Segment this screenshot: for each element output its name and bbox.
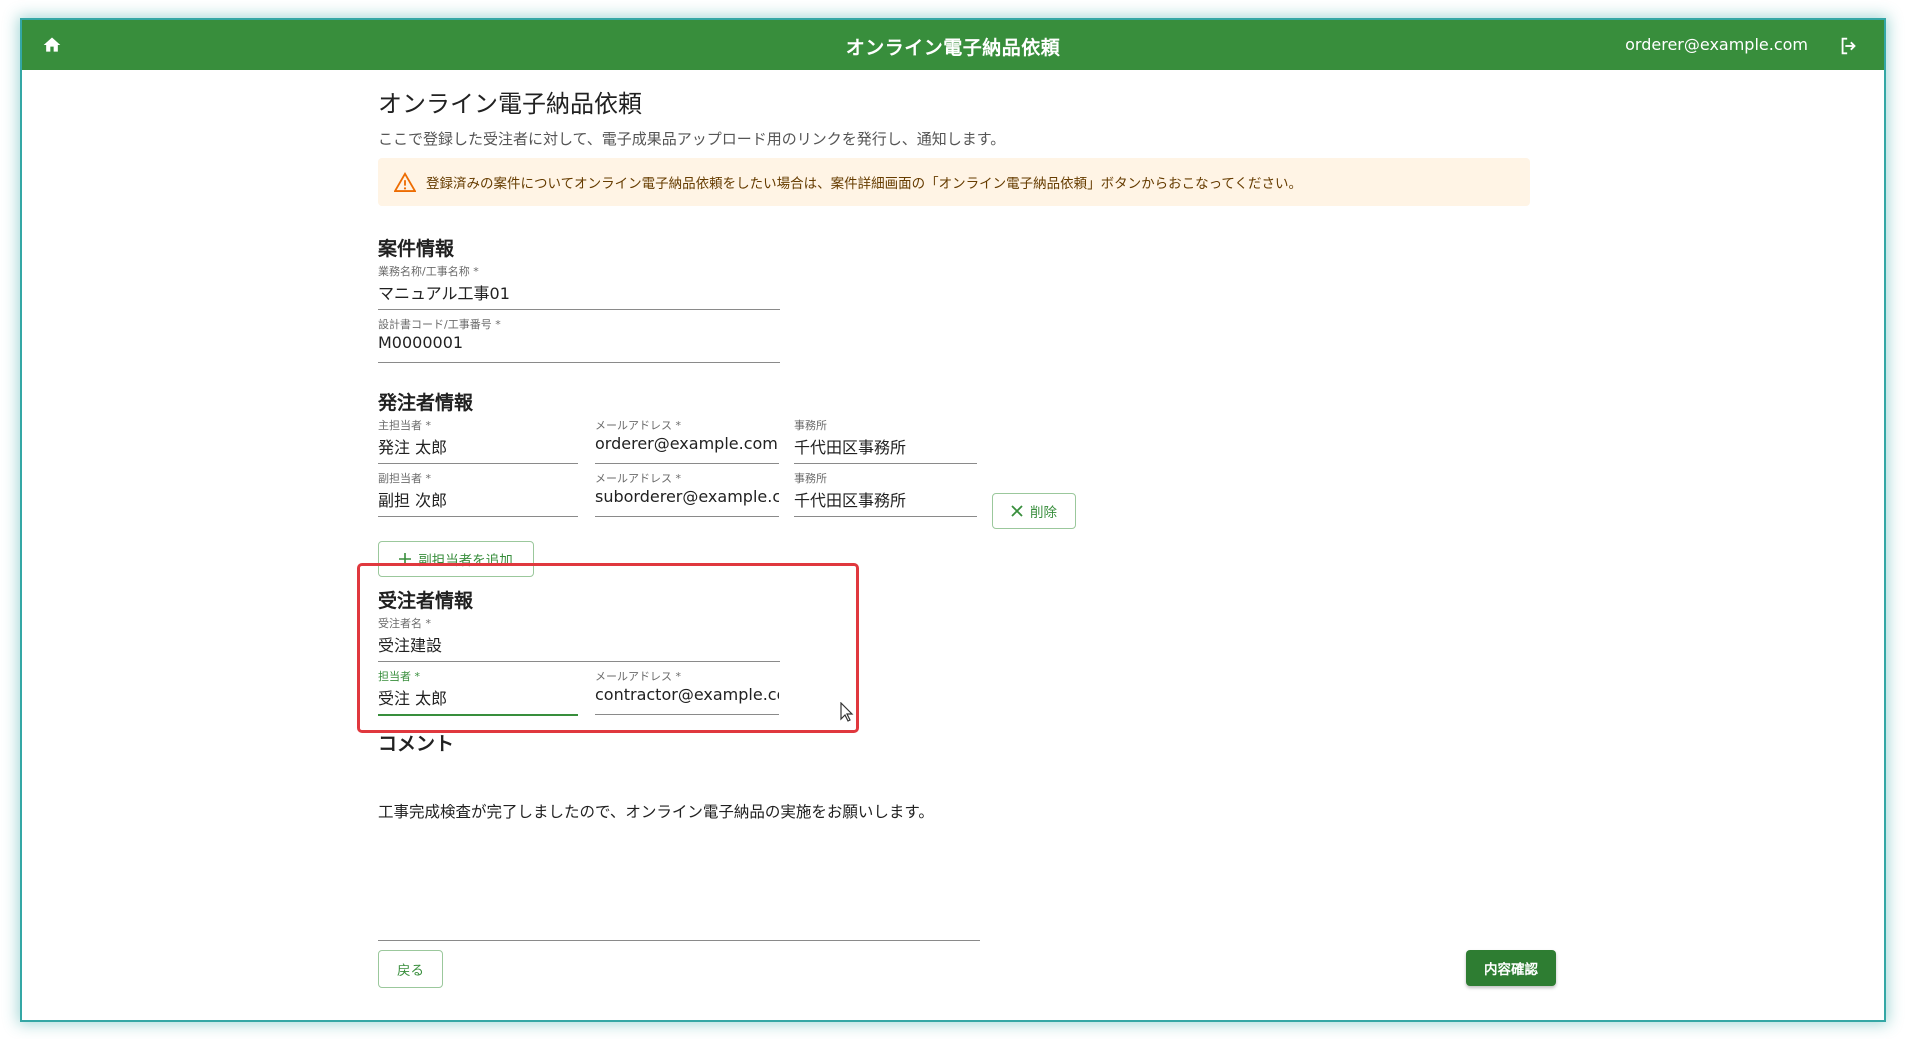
back-label: 戻る — [397, 963, 424, 979]
app-window: オンライン電子納品依頼 orderer@example.com オンライン電子納… — [22, 20, 1884, 1020]
contractor-person-label: 担当者 * — [378, 670, 420, 683]
mouse-cursor-icon — [840, 701, 854, 726]
project-name-field[interactable]: 業務名称/工事名称 * マニュアル工事01 — [378, 263, 780, 310]
contractor-company-value[interactable]: 受注建設 — [378, 632, 780, 656]
close-icon — [1011, 505, 1023, 517]
orderer-section-title: 発注者情報 — [378, 392, 474, 414]
contractor-email-label: メールアドレス * — [595, 670, 681, 683]
project-code-label: 設計書コード/工事番号 * — [378, 318, 501, 331]
comment-text[interactable]: 工事完成検査が完了しましたので、オンライン電子納品の実施をお願いします。 — [378, 803, 934, 821]
sub-office-field[interactable]: 事務所 千代田区事務所 — [794, 470, 977, 517]
sub-office-value[interactable]: 千代田区事務所 — [794, 487, 977, 511]
add-sub-label: 副担当者を追加 — [418, 553, 513, 569]
project-code-value[interactable]: M0000001 — [378, 333, 780, 352]
main-office-value[interactable]: 千代田区事務所 — [794, 434, 977, 458]
comment-section-title: コメント — [378, 733, 455, 755]
add-sub-button[interactable]: 副担当者を追加 — [378, 541, 534, 577]
confirm-label: 内容確認 — [1484, 962, 1538, 978]
project-code-field[interactable]: 設計書コード/工事番号 * M0000001 — [378, 316, 780, 363]
contractor-email-field[interactable]: メールアドレス * contractor@example.com — [595, 668, 779, 715]
project-section-title: 案件情報 — [378, 238, 455, 260]
main-content: オンライン電子納品依頼 ここで登録した受注者に対して、電子成果品アップロード用の… — [378, 70, 1556, 1010]
page-title: オンライン電子納品依頼 — [378, 90, 642, 118]
main-office-label: 事務所 — [794, 419, 827, 432]
contractor-company-label: 受注者名 * — [378, 617, 431, 630]
contractor-section-title: 受注者情報 — [378, 590, 474, 612]
main-email-label: メールアドレス * — [595, 419, 681, 432]
contractor-person-value[interactable]: 受注 太郎 — [378, 685, 578, 709]
main-person-value[interactable]: 発注 太郎 — [378, 434, 578, 458]
main-email-value[interactable]: orderer@example.com — [595, 434, 779, 453]
delete-sub-button[interactable]: 削除 — [992, 493, 1076, 529]
plus-icon — [399, 553, 412, 565]
sub-person-field[interactable]: 副担当者 * 副担 次郎 — [378, 470, 578, 517]
contractor-company-field[interactable]: 受注者名 * 受注建設 — [378, 615, 780, 662]
logout-icon[interactable] — [1834, 31, 1864, 61]
confirm-button[interactable]: 内容確認 — [1466, 950, 1556, 986]
main-person-label: 主担当者 * — [378, 419, 431, 432]
delete-sub-label: 削除 — [1030, 505, 1057, 521]
sub-person-value[interactable]: 副担 次郎 — [378, 487, 578, 511]
warning-alert: 登録済みの案件についてオンライン電子納品依頼をしたい場合は、案件詳細画面の「オン… — [378, 158, 1530, 206]
project-name-value[interactable]: マニュアル工事01 — [378, 280, 780, 304]
sub-email-value[interactable]: suborderer@example.com — [595, 487, 779, 506]
app-bar: オンライン電子納品依頼 orderer@example.com — [22, 20, 1884, 70]
alert-message: 登録済みの案件についてオンライン電子納品依頼をしたい場合は、案件詳細画面の「オン… — [426, 176, 1303, 192]
page-description: ここで登録した受注者に対して、電子成果品アップロード用のリンクを発行し、通知しま… — [378, 130, 1006, 148]
back-button[interactable]: 戻る — [378, 950, 443, 988]
sub-person-label: 副担当者 * — [378, 472, 431, 485]
main-person-field[interactable]: 主担当者 * 発注 太郎 — [378, 417, 578, 464]
sub-email-field[interactable]: メールアドレス * suborderer@example.com — [595, 470, 779, 517]
app-title: オンライン電子納品依頼 — [845, 37, 1061, 59]
contractor-person-field[interactable]: 担当者 * 受注 太郎 — [378, 668, 578, 716]
comment-textarea[interactable]: 工事完成検査が完了しましたので、オンライン電子納品の実施をお願いします。 — [378, 800, 980, 941]
warning-icon — [394, 172, 416, 192]
project-name-label: 業務名称/工事名称 * — [378, 265, 479, 278]
contractor-email-value[interactable]: contractor@example.com — [595, 685, 779, 704]
sub-office-label: 事務所 — [794, 472, 827, 485]
user-email: orderer@example.com — [1625, 35, 1808, 54]
main-email-field[interactable]: メールアドレス * orderer@example.com — [595, 417, 779, 464]
sub-email-label: メールアドレス * — [595, 472, 681, 485]
main-office-field[interactable]: 事務所 千代田区事務所 — [794, 417, 977, 464]
